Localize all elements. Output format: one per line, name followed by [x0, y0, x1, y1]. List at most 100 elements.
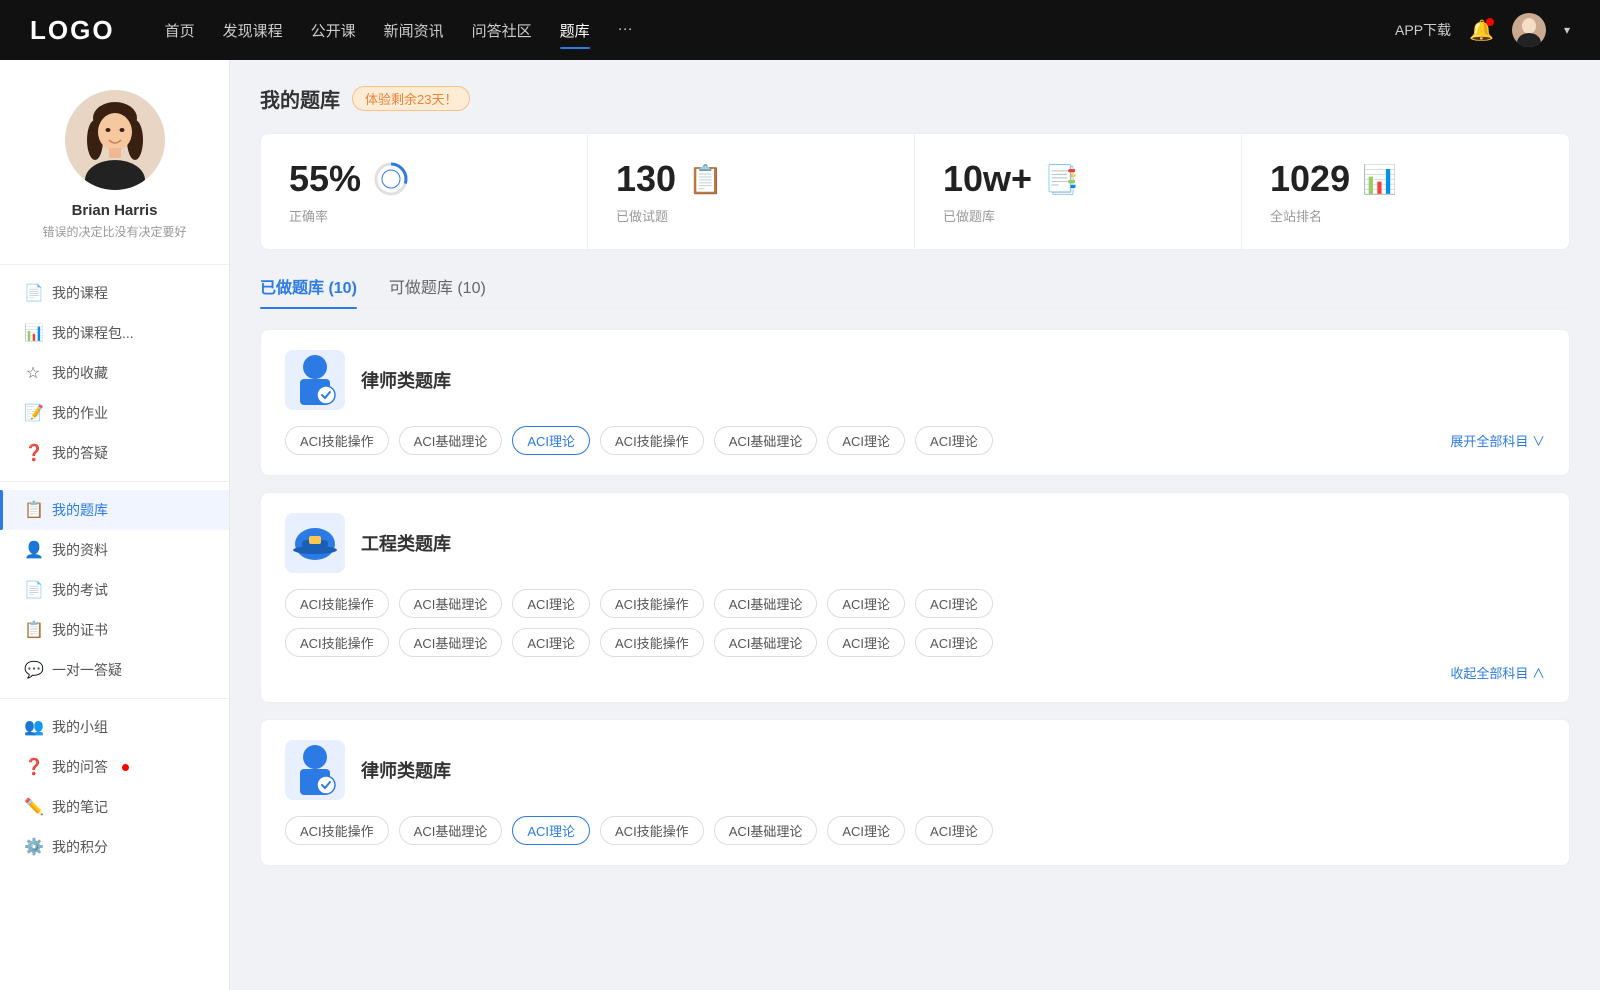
sidebar-motto: 错误的决定比没有决定要好: [42, 223, 186, 240]
sidebar-item-one-on-one[interactable]: 💬 一对一答疑: [0, 650, 229, 690]
tag-3-2[interactable]: ACI基础理论: [399, 816, 503, 845]
tag-2-14[interactable]: ACI理论: [915, 628, 993, 657]
tag-2-12[interactable]: ACI基础理论: [714, 628, 818, 657]
stat-label-done-questions: 已做试题: [616, 206, 886, 225]
sidebar-item-my-homework[interactable]: 📝 我的作业: [0, 393, 229, 433]
tag-1-4[interactable]: ACI技能操作: [600, 426, 704, 455]
sidebar-item-my-qa[interactable]: ❓ 我的答疑: [0, 433, 229, 473]
sidebar-item-my-exam[interactable]: 📄 我的考试: [0, 570, 229, 610]
tag-2-5[interactable]: ACI基础理论: [714, 589, 818, 618]
points-icon: ⚙️: [24, 837, 42, 857]
stat-top-done-banks: 10w+ 📑: [943, 158, 1213, 200]
stat-top-ranking: 1029 📊: [1270, 158, 1541, 200]
bank-tags-row-3: ACI技能操作 ACI基础理论 ACI理论 ACI技能操作 ACI基础理论 AC…: [285, 816, 1545, 845]
tag-3-4[interactable]: ACI技能操作: [600, 816, 704, 845]
collapse-link-2[interactable]: 收起全部科目 ∧: [285, 663, 1545, 682]
tag-2-9[interactable]: ACI基础理论: [399, 628, 503, 657]
app-download-btn[interactable]: APP下载: [1395, 20, 1451, 40]
tag-2-1[interactable]: ACI技能操作: [285, 589, 389, 618]
bank-tags-row-2b: ACI技能操作 ACI基础理论 ACI理论 ACI技能操作 ACI基础理论 AC…: [285, 628, 1545, 657]
sidebar-label-my-bank: 我的题库: [52, 500, 108, 520]
sidebar-label-my-homework: 我的作业: [52, 403, 108, 423]
bank-icon-lawyer-1: [285, 350, 345, 410]
answers-notification-dot: [122, 764, 129, 771]
tag-2-11[interactable]: ACI技能操作: [600, 628, 704, 657]
sidebar-item-my-cert[interactable]: 📋 我的证书: [0, 610, 229, 650]
nav-more[interactable]: ···: [618, 16, 633, 45]
main-layout: Brian Harris 错误的决定比没有决定要好 📄 我的课程 📊 我的课程包…: [0, 60, 1600, 990]
sidebar-label-my-points: 我的积分: [52, 837, 108, 857]
nav-news[interactable]: 新闻资讯: [384, 16, 444, 45]
bank-name-3: 律师类题库: [361, 757, 451, 783]
tag-2-2[interactable]: ACI基础理论: [399, 589, 503, 618]
stat-label-accuracy: 正确率: [289, 206, 559, 225]
nav-qa[interactable]: 问答社区: [472, 16, 532, 45]
nav-discover[interactable]: 发现课程: [223, 16, 283, 45]
sidebar-item-my-group[interactable]: 👥 我的小组: [0, 707, 229, 747]
sidebar-divider-2: [0, 481, 229, 482]
stat-label-ranking: 全站排名: [1270, 206, 1541, 225]
done-questions-icon: 📋: [688, 163, 723, 196]
stat-value-ranking: 1029: [1270, 158, 1350, 200]
bank-icon: 📋: [24, 500, 42, 520]
sidebar-divider-1: [0, 264, 229, 265]
sidebar-item-my-notes[interactable]: ✏️ 我的笔记: [0, 787, 229, 827]
sidebar-item-my-packages[interactable]: 📊 我的课程包...: [0, 313, 229, 353]
tag-1-5[interactable]: ACI基础理论: [714, 426, 818, 455]
tag-2-10[interactable]: ACI理论: [512, 628, 590, 657]
bank-icon-lawyer-2: [285, 740, 345, 800]
tag-2-13[interactable]: ACI理论: [827, 628, 905, 657]
tab-available-banks[interactable]: 可做题库 (10): [389, 274, 486, 308]
stat-value-done-questions: 130: [616, 158, 676, 200]
tag-3-7[interactable]: ACI理论: [915, 816, 993, 845]
nav-open[interactable]: 公开课: [311, 16, 356, 45]
homework-icon: 📝: [24, 403, 42, 423]
sidebar-label-my-cert: 我的证书: [52, 620, 108, 640]
user-avatar[interactable]: [1512, 13, 1546, 47]
stat-label-done-banks: 已做题库: [943, 206, 1213, 225]
sidebar-item-my-favorites[interactable]: ☆ 我的收藏: [0, 353, 229, 393]
notification-bell[interactable]: 🔔: [1469, 18, 1494, 43]
bank-card-header-3: 律师类题库: [285, 740, 1545, 800]
lawyer-icon-svg: [290, 353, 340, 408]
stat-value-accuracy: 55%: [289, 158, 361, 200]
tag-2-4[interactable]: ACI技能操作: [600, 589, 704, 618]
tab-done-banks[interactable]: 已做题库 (10): [260, 274, 357, 308]
tag-1-3[interactable]: ACI理论: [512, 426, 590, 455]
sidebar-item-my-courses[interactable]: 📄 我的课程: [0, 273, 229, 313]
sidebar-label-my-qa: 我的答疑: [52, 443, 108, 463]
bank-card-lawyer-2: 律师类题库 ACI技能操作 ACI基础理论 ACI理论 ACI技能操作 ACI基…: [260, 719, 1570, 866]
cert-icon: 📋: [24, 620, 42, 640]
tag-1-2[interactable]: ACI基础理论: [399, 426, 503, 455]
sidebar-item-my-info[interactable]: 👤 我的资料: [0, 530, 229, 570]
tag-3-5[interactable]: ACI基础理论: [714, 816, 818, 845]
answers-icon: ❓: [24, 757, 42, 777]
sidebar-label-my-group: 我的小组: [52, 717, 108, 737]
stat-top-accuracy: 55%: [289, 158, 559, 200]
tag-1-7[interactable]: ACI理论: [915, 426, 993, 455]
tag-2-7[interactable]: ACI理论: [915, 589, 993, 618]
bank-card-header-2: 工程类题库: [285, 513, 1545, 573]
bank-tags-row-2a: ACI技能操作 ACI基础理论 ACI理论 ACI技能操作 ACI基础理论 AC…: [285, 589, 1545, 618]
tag-3-1[interactable]: ACI技能操作: [285, 816, 389, 845]
tag-1-1[interactable]: ACI技能操作: [285, 426, 389, 455]
tag-2-3[interactable]: ACI理论: [512, 589, 590, 618]
tag-3-6[interactable]: ACI理论: [827, 816, 905, 845]
tag-3-3[interactable]: ACI理论: [512, 816, 590, 845]
expand-link-1[interactable]: 展开全部科目 ∨: [1450, 431, 1545, 450]
sidebar-item-my-answers[interactable]: ❓ 我的问答: [0, 747, 229, 787]
navbar: LOGO 首页 发现课程 公开课 新闻资讯 问答社区 题库 ··· APP下载 …: [0, 0, 1600, 60]
sidebar-user-section: Brian Harris 错误的决定比没有决定要好: [0, 80, 229, 256]
trial-badge: 体验剩余23天！: [352, 86, 470, 111]
nav-bank[interactable]: 题库: [560, 16, 590, 45]
sidebar-item-my-bank[interactable]: 📋 我的题库: [0, 490, 229, 530]
stat-done-banks: 10w+ 📑 已做题库: [915, 134, 1242, 249]
tag-2-6[interactable]: ACI理论: [827, 589, 905, 618]
tag-2-8[interactable]: ACI技能操作: [285, 628, 389, 657]
nav-home[interactable]: 首页: [165, 16, 195, 45]
user-chevron-icon[interactable]: ▾: [1564, 23, 1570, 37]
sidebar-divider-3: [0, 698, 229, 699]
tag-1-6[interactable]: ACI理论: [827, 426, 905, 455]
sidebar-label-my-exam: 我的考试: [52, 580, 108, 600]
sidebar-item-my-points[interactable]: ⚙️ 我的积分: [0, 827, 229, 867]
